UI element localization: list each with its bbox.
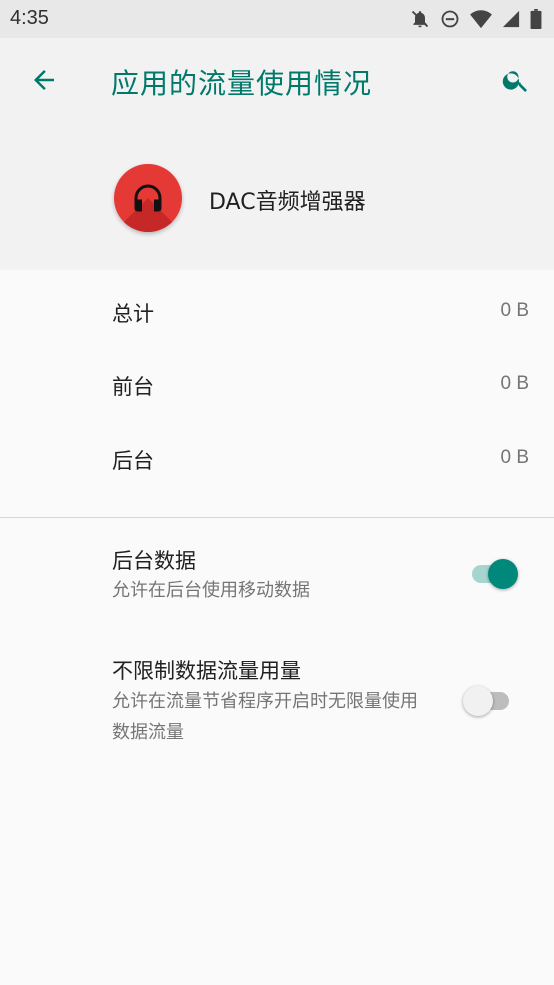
app-icon	[114, 164, 182, 232]
usage-label: 前台	[112, 375, 154, 399]
wifi-icon	[470, 9, 492, 29]
page-title: 应用的流量使用情况	[111, 67, 373, 100]
background-data-switch[interactable]	[468, 553, 518, 593]
usage-value: 0 B	[500, 300, 529, 321]
usage-row-foreground: 前台 0 B	[0, 351, 554, 423]
background-data-preference[interactable]: 后台数据 允许在后台使用移动数据	[0, 530, 554, 620]
unrestricted-data-switch[interactable]	[463, 680, 513, 720]
divider	[0, 517, 554, 518]
usage-value: 0 B	[500, 447, 529, 468]
usage-label: 总计	[112, 302, 154, 326]
usage-value: 0 B	[500, 373, 529, 394]
headphones-icon	[134, 184, 162, 212]
do-not-disturb-icon	[440, 9, 460, 29]
unrestricted-data-preference[interactable]: 不限制数据流量用量 允许在流量节省程序开启时无限量使用数据流量	[0, 645, 554, 765]
status-time: 4:35	[10, 7, 49, 29]
notifications-off-icon	[410, 9, 430, 29]
unrestricted-data-title: 不限制数据流量用量	[112, 659, 301, 683]
background-data-summary: 允许在后台使用移动数据	[112, 580, 310, 601]
usage-label: 后台	[112, 449, 154, 473]
status-icons	[410, 8, 542, 30]
usage-row-total: 总计 0 B	[0, 278, 554, 350]
background-data-title: 后台数据	[112, 549, 196, 573]
back-button[interactable]	[22, 58, 66, 102]
cellular-signal-icon	[502, 9, 520, 29]
app-header: DAC音频增强器	[0, 124, 554, 270]
battery-icon	[530, 9, 542, 29]
toolbar: 应用的流量使用情况	[0, 38, 554, 124]
arrow-back-icon	[34, 70, 54, 90]
unrestricted-data-summary: 允许在流量节省程序开启时无限量使用数据流量	[112, 691, 418, 743]
search-button[interactable]	[494, 58, 538, 102]
usage-row-background: 后台 0 B	[0, 425, 554, 497]
status-bar: 4:35	[0, 0, 554, 38]
app-name: DAC音频增强器	[209, 190, 366, 215]
search-icon	[502, 71, 527, 92]
